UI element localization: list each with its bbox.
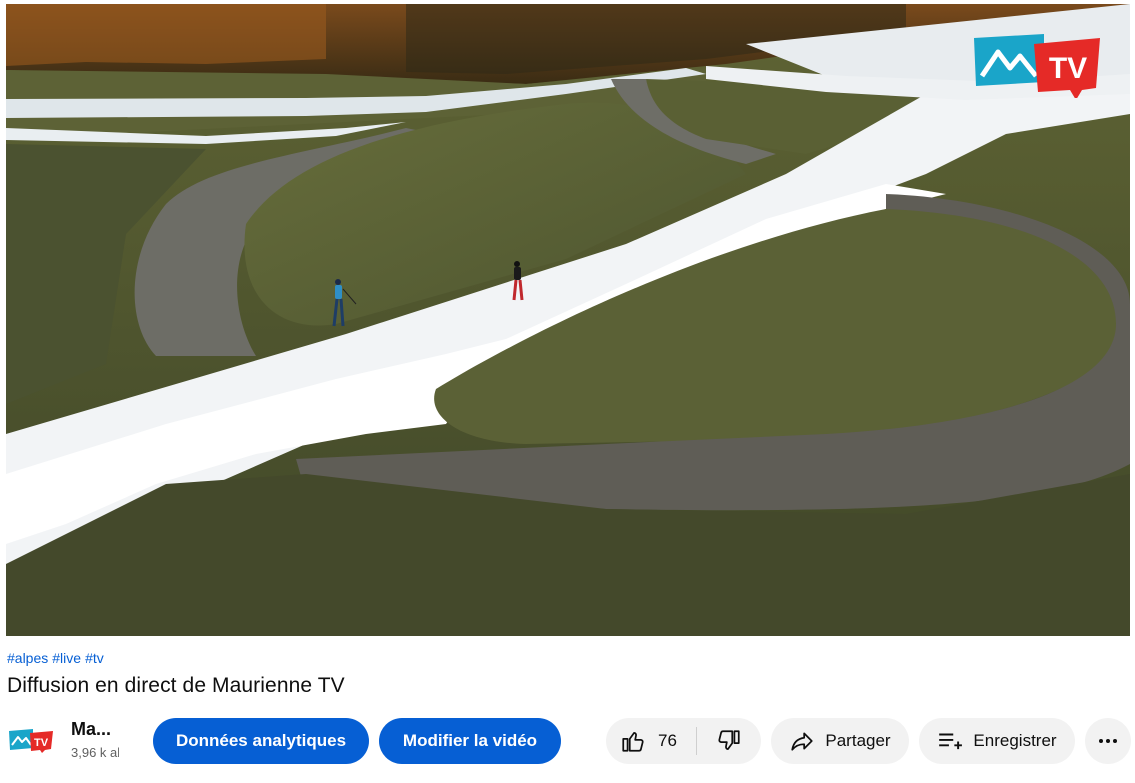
share-label: Partager [825, 731, 891, 750]
thumbs-up-icon [620, 728, 646, 754]
channel-name[interactable]: Ma... [71, 719, 111, 740]
save-label: Enregistrer [973, 731, 1057, 750]
more-dots-icon [1096, 729, 1120, 753]
playlist-add-icon [937, 728, 963, 754]
like-button[interactable]: 76 [606, 718, 696, 764]
analytics-button[interactable]: Données analytiques [153, 718, 369, 764]
video-player[interactable]: TV [6, 4, 1130, 636]
hashtag-link[interactable]: #tv [85, 650, 104, 666]
svg-text:TV: TV [1049, 52, 1087, 85]
hashtag-link[interactable]: #live [52, 650, 81, 666]
maurienne-tv-watermark: TV [974, 34, 1100, 98]
share-arrow-icon [789, 728, 815, 754]
video-frame [6, 4, 1130, 636]
like-count: 76 [658, 731, 677, 750]
like-dislike-group: 76 [606, 718, 761, 764]
thumbs-down-icon [716, 728, 742, 754]
subscriber-count: 3,96 k abonnés [71, 745, 119, 760]
edit-video-button[interactable]: Modifier la vidéo [379, 718, 561, 764]
share-button[interactable]: Partager [771, 718, 909, 764]
video-title: Diffusion en direct de Maurienne TV [7, 674, 345, 697]
dislike-button[interactable] [697, 718, 761, 764]
hashtag-link[interactable]: #alpes [7, 650, 48, 666]
hashtags: #alpes #live #tv [7, 650, 104, 666]
channel-avatar[interactable]: TV [9, 729, 53, 753]
more-actions-button[interactable] [1085, 718, 1131, 764]
svg-text:TV: TV [34, 737, 49, 749]
save-button[interactable]: Enregistrer [919, 718, 1075, 764]
